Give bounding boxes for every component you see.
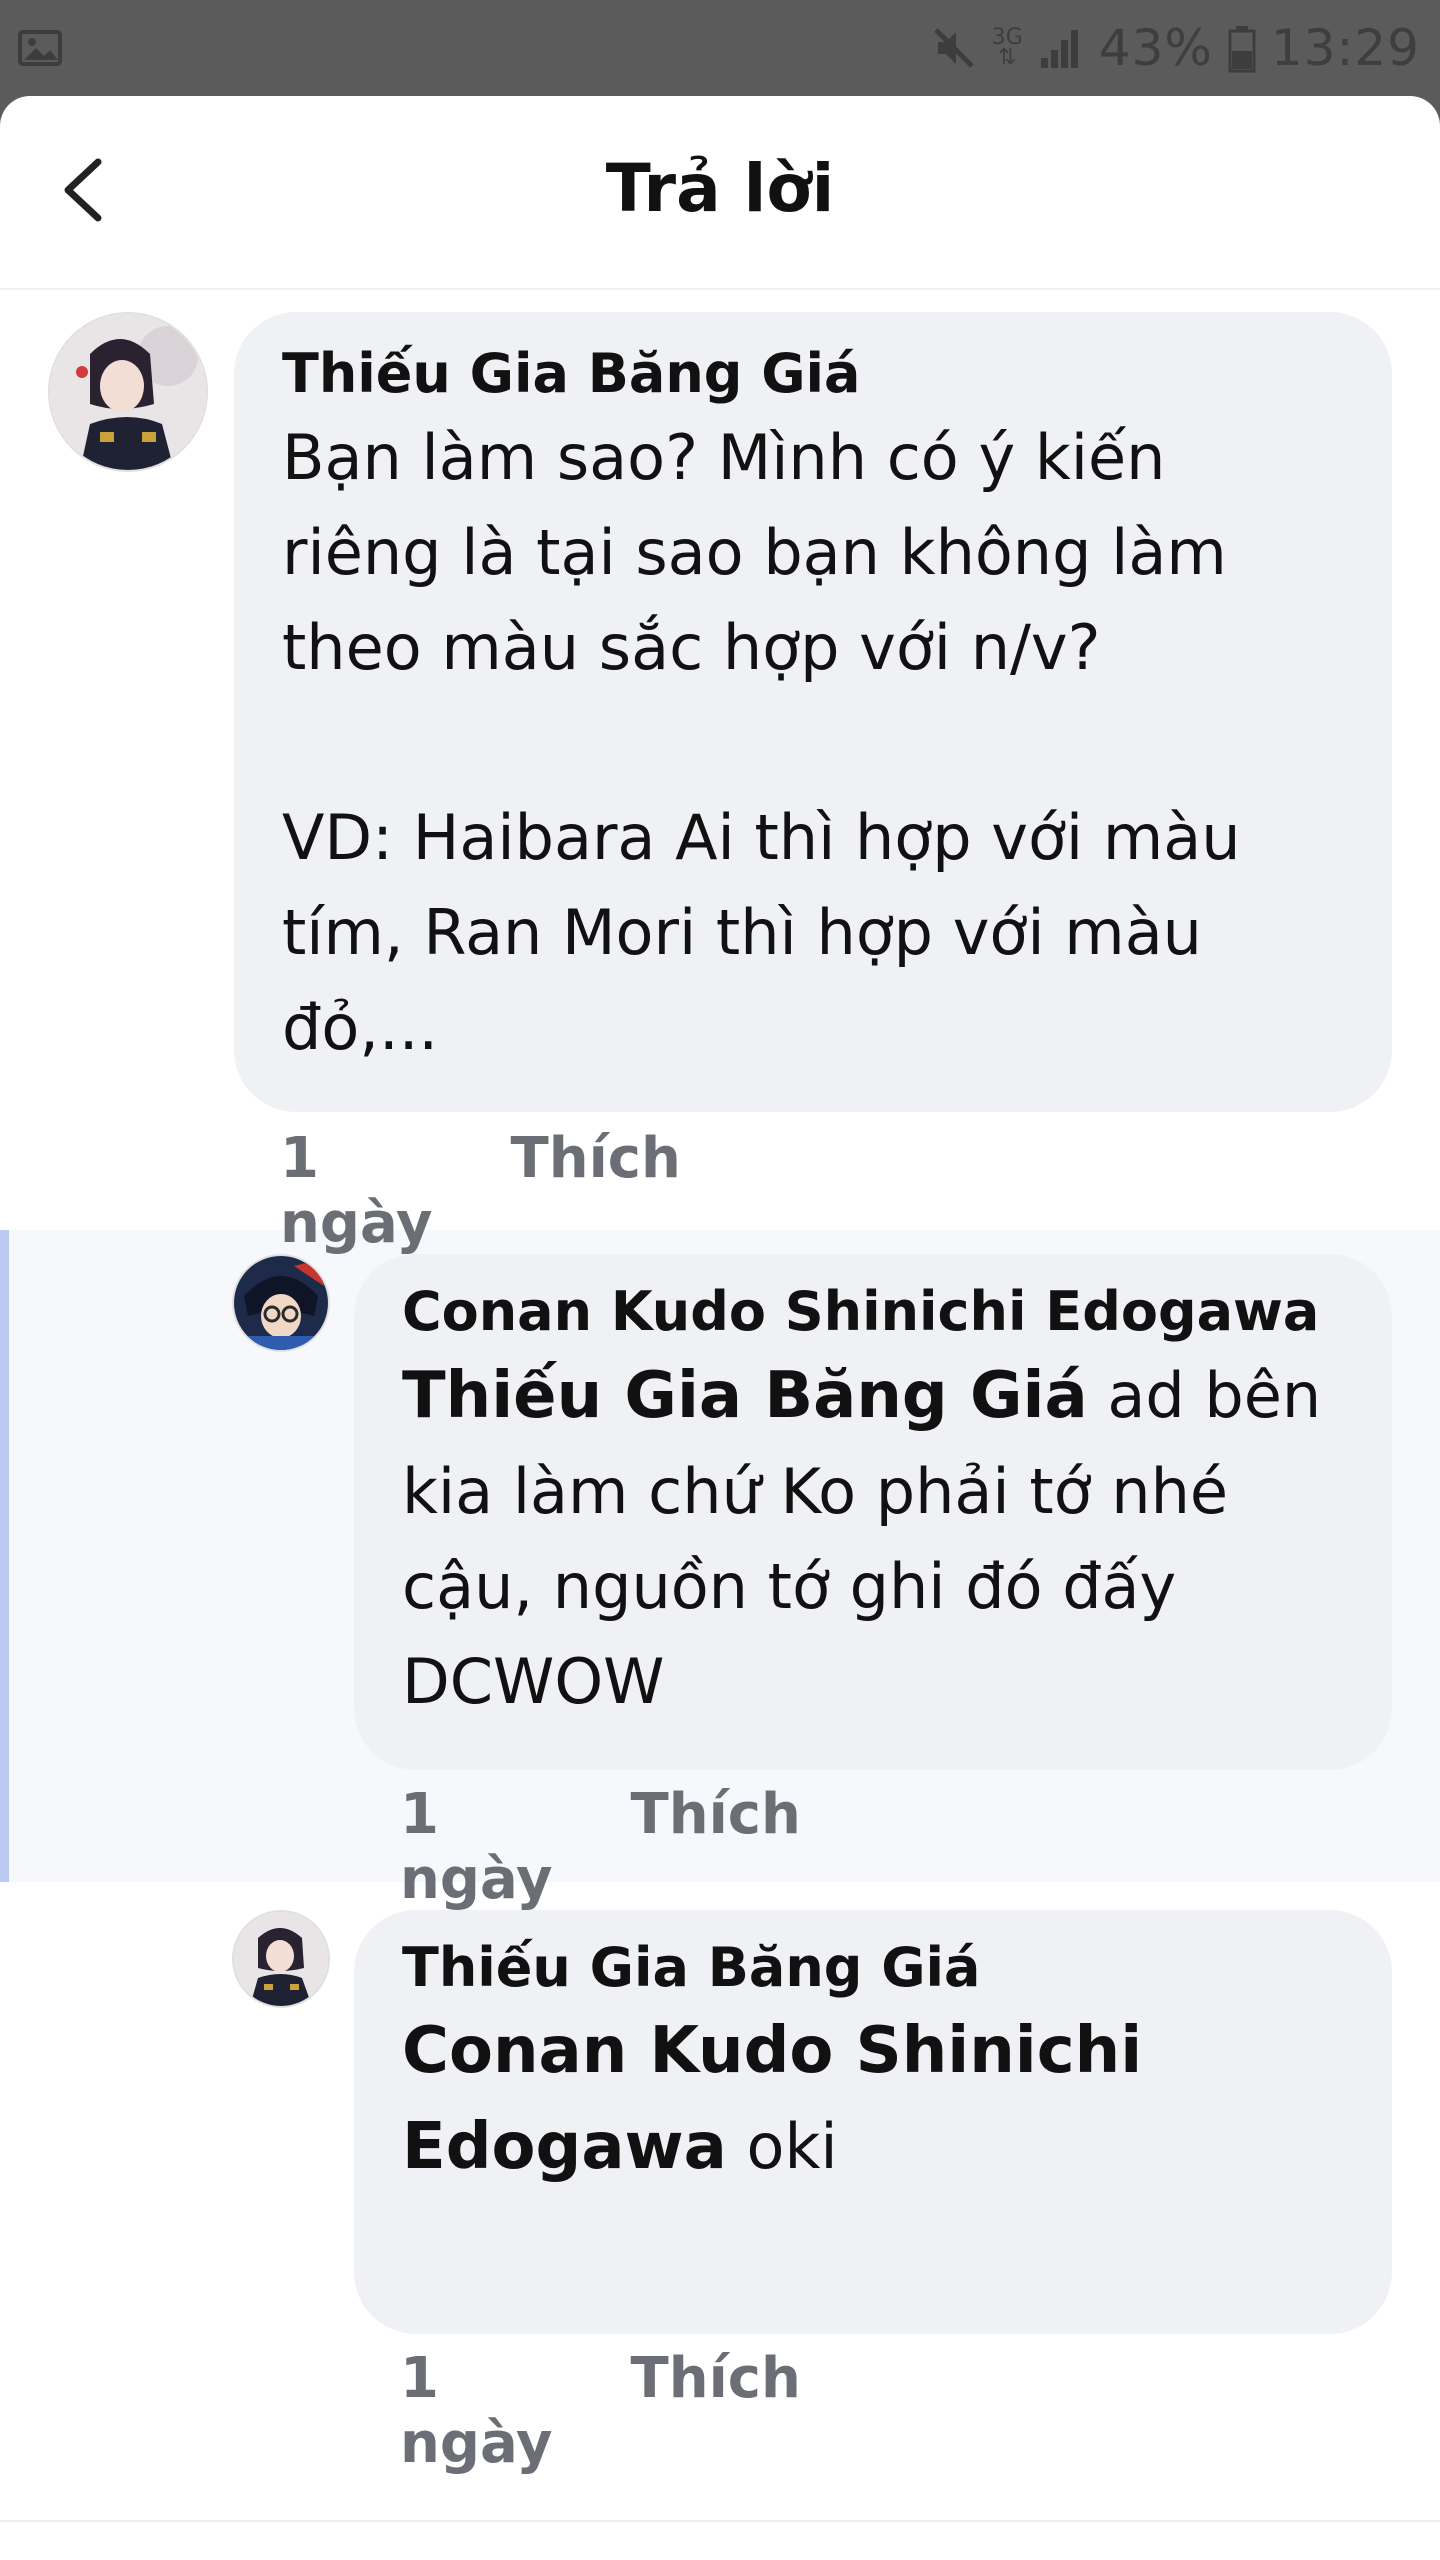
- comment-time: 1 ngày: [280, 1126, 433, 1256]
- header: Trả lời: [0, 96, 1440, 290]
- avatar[interactable]: [232, 1910, 330, 2008]
- comment-bubble[interactable]: Thiếu Gia Băng Giá Conan Kudo Shinichi E…: [354, 1910, 1392, 2334]
- like-button[interactable]: Thích: [631, 2346, 801, 2476]
- comment-time: 1 ngày: [400, 2346, 553, 2476]
- network-type: 3G ⇅: [991, 25, 1023, 70]
- comment-meta: 1 ngày Thích: [400, 1782, 801, 1912]
- comment-text: Bạn làm sao? Mình có ý kiến riêng là tại…: [282, 421, 1241, 1064]
- comment-meta: 1 ngày Thích: [400, 2346, 801, 2476]
- comment-bubble[interactable]: Conan Kudo Shinichi Edogawa Thiếu Gia Bă…: [354, 1254, 1392, 1770]
- comment-bubble[interactable]: Thiếu Gia Băng Giá Bạn làm sao? Mình có …: [234, 312, 1392, 1112]
- mention-link-continued[interactable]: Edogawa: [402, 2110, 727, 2184]
- battery-percent: 43%: [1098, 19, 1213, 77]
- mute-icon: [933, 28, 974, 68]
- comment-meta: 1 ngày Thích: [280, 1126, 681, 1256]
- comment-text: Thiếu Gia Băng Giá ad bên kia làm chứ Ko…: [402, 1359, 1322, 1718]
- comment-text: Conan Kudo Shinichi Edogawa oki: [402, 2004, 1344, 2195]
- battery-icon: [1228, 26, 1256, 73]
- avatar[interactable]: [232, 1254, 330, 1352]
- comment-time: 1 ngày: [400, 1782, 553, 1912]
- avatar[interactable]: [48, 312, 208, 472]
- comment-author[interactable]: Thiếu Gia Băng Giá: [282, 338, 1344, 410]
- signal-icon: [1040, 30, 1078, 68]
- mention-link[interactable]: Thiếu Gia Băng Giá: [402, 1359, 1088, 1433]
- status-bar: 3G ⇅ 43% 13:29: [0, 0, 1440, 96]
- like-button[interactable]: Thích: [631, 1782, 801, 1912]
- like-button[interactable]: Thích: [511, 1126, 681, 1256]
- comment-author[interactable]: Conan Kudo Shinichi Edogawa: [402, 1276, 1344, 1348]
- page-title: Trả lời: [605, 150, 835, 227]
- divider: [0, 2520, 1440, 2522]
- mention-link[interactable]: Conan Kudo Shinichi: [402, 2004, 1344, 2099]
- clock: 13:29: [1270, 19, 1420, 77]
- reply-sheet: Trả lời Thiếu Gia Băng Giá Bạn làm sao? …: [0, 96, 1440, 2560]
- image-icon: [18, 30, 62, 66]
- comment-author[interactable]: Thiếu Gia Băng Giá: [402, 1932, 1344, 2004]
- highlight-indicator: [0, 1230, 9, 1882]
